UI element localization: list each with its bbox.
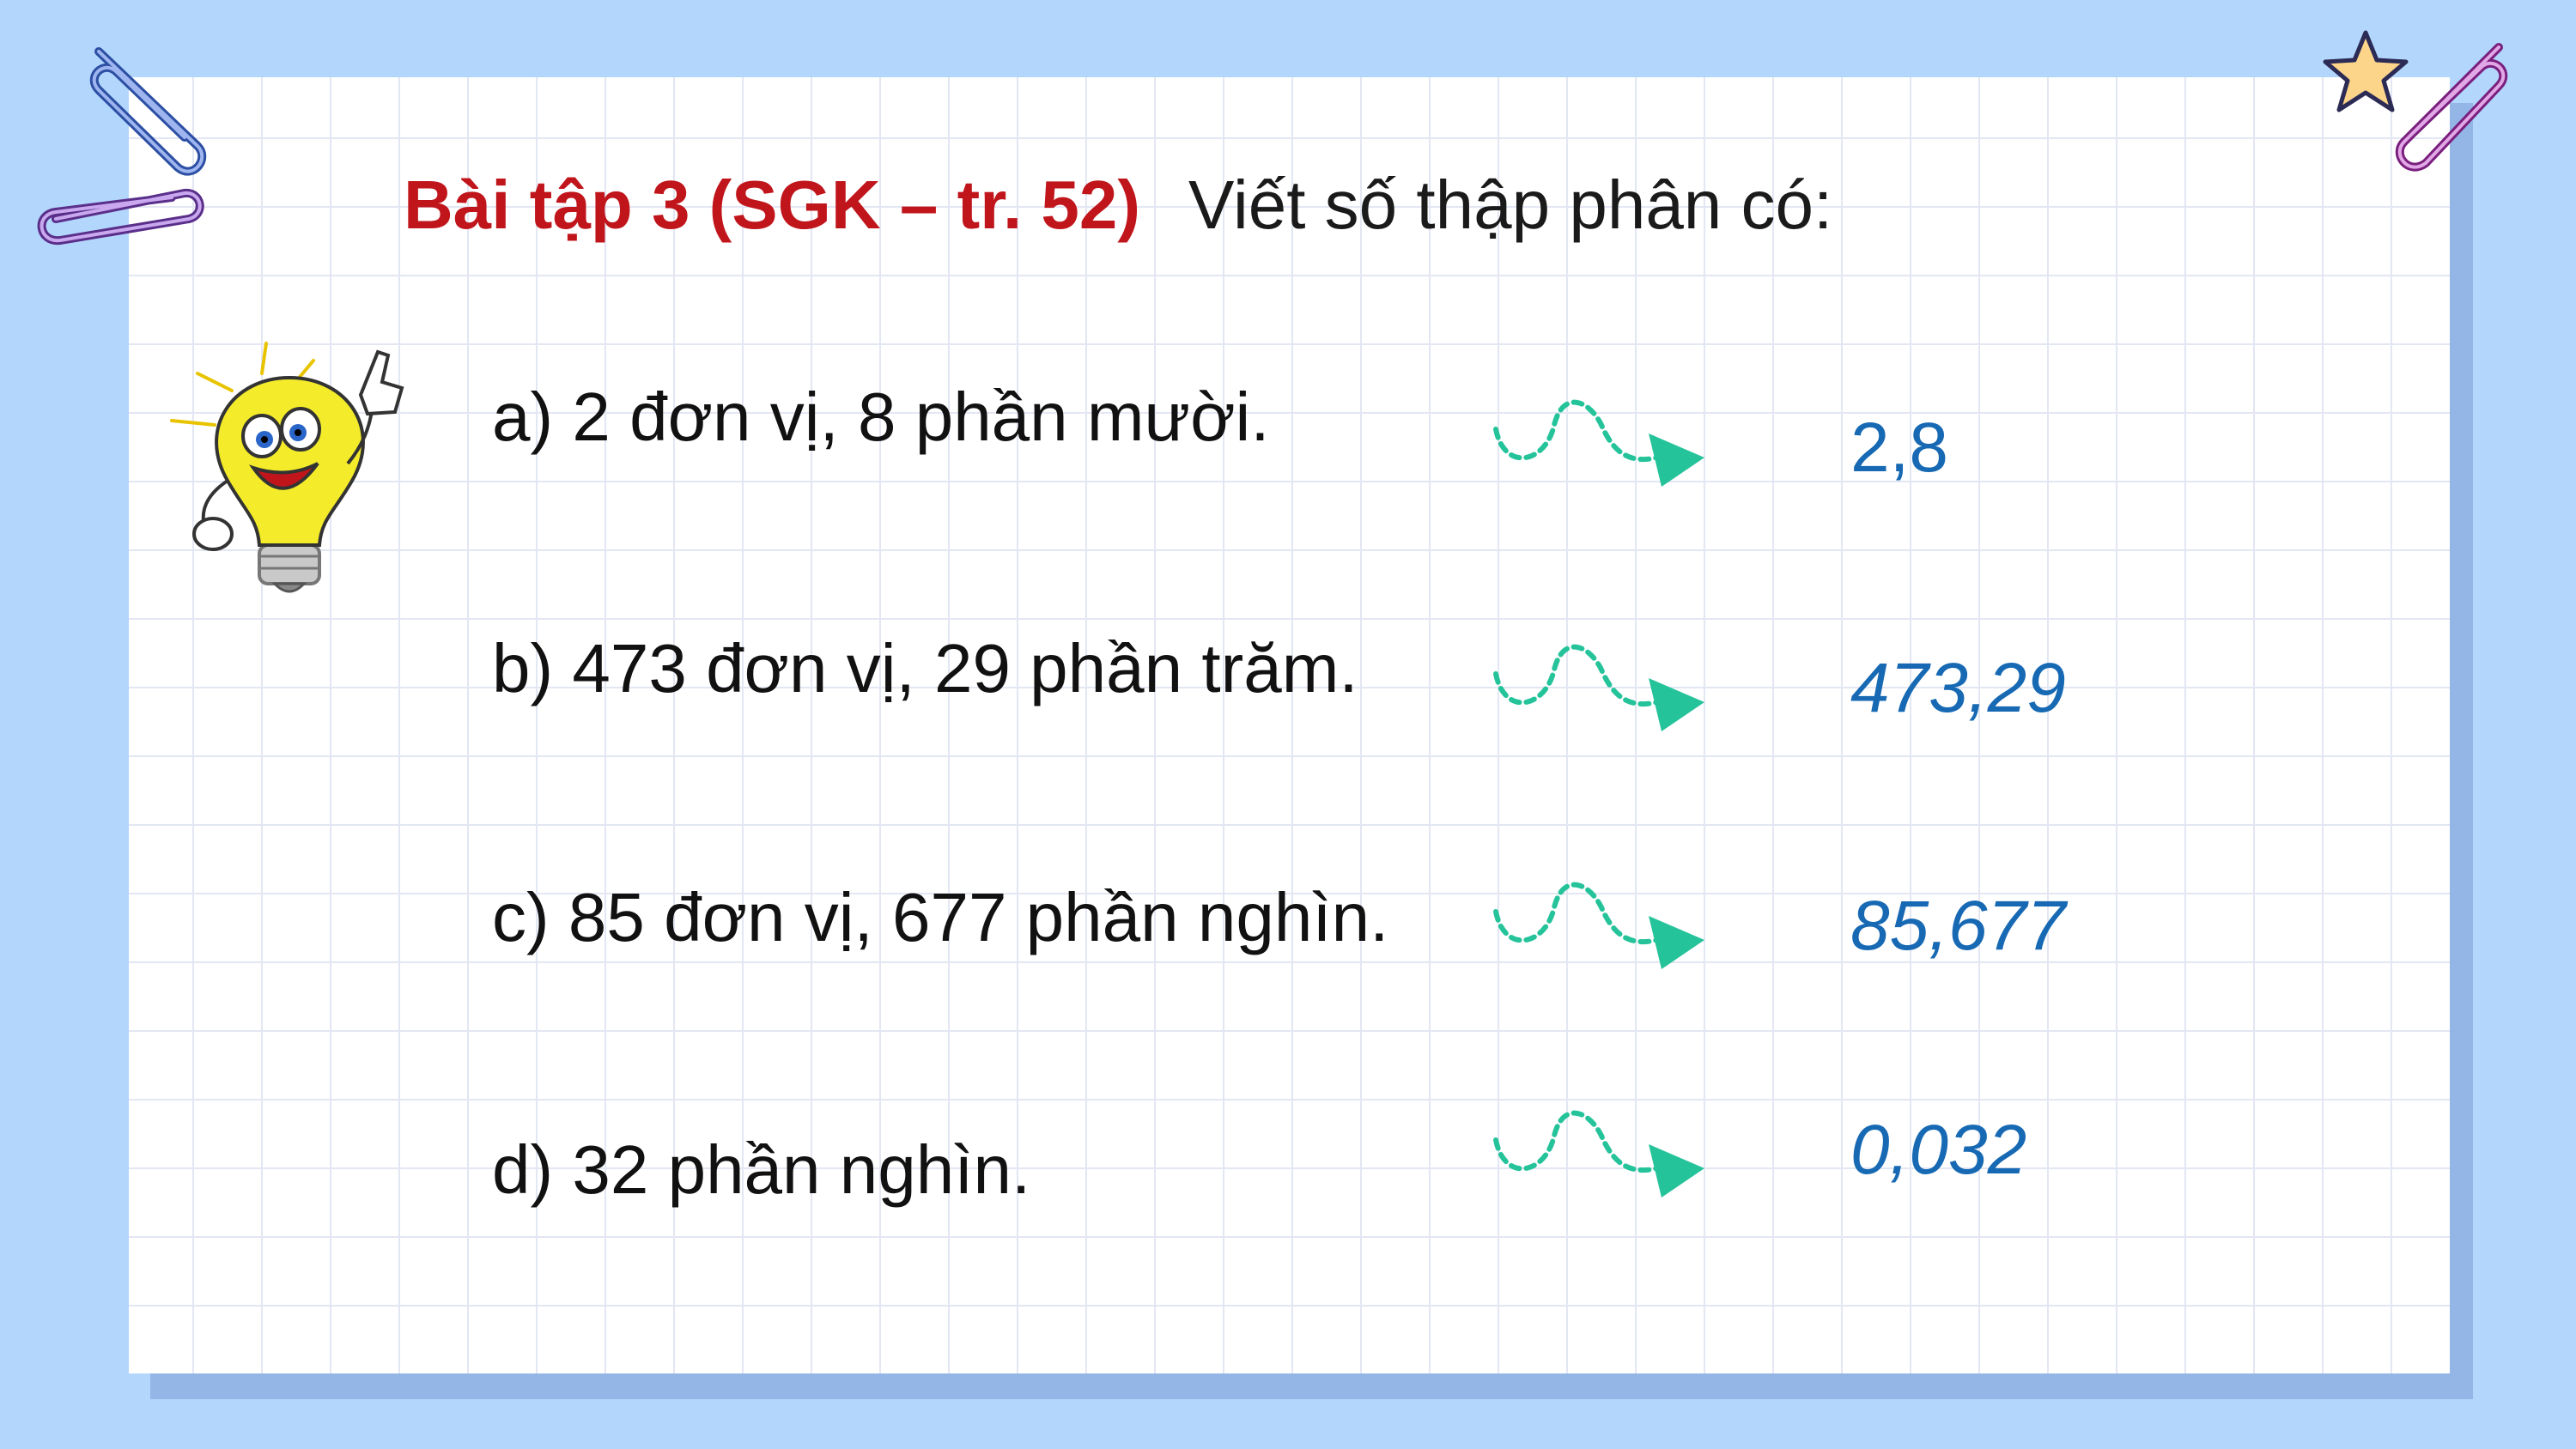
answer-a: 2,8 [1850,409,1948,487]
grid-paper-sheet [129,77,2450,1373]
question-c: c) 85 đơn vị, 677 phần nghìn. [492,879,1389,955]
wavy-arrow-icon [1493,1110,1704,1197]
page-title: Bài tập 3 (SGK – tr. 52) Viết số thập phâ… [404,166,1832,245]
exercise-instruction: Viết số thập phân có: [1188,167,1833,243]
wavy-arrow-icon [1493,644,1704,731]
wavy-arrow-icon [1493,399,1704,487]
question-a: a) 2 đơn vị, 8 phần mười. [492,379,1270,455]
lightbulb-mascot-icon [170,342,404,593]
question-d: d) 32 phần nghìn. [492,1131,1031,1208]
answer-b: 473,29 [1850,649,2066,727]
answer-c: 85,677 [1850,887,2066,965]
answer-d: 0,032 [1850,1111,2027,1189]
exercise-label: Bài tập 3 (SGK – tr. 52) [404,167,1141,243]
question-b: b) 473 đơn vị, 29 phần trăm. [492,630,1358,706]
paperclip-icon [2395,43,2508,172]
wavy-arrow-icon [1493,882,1704,969]
paperclip-icon [89,47,207,176]
paperclip-icon [37,189,204,246]
